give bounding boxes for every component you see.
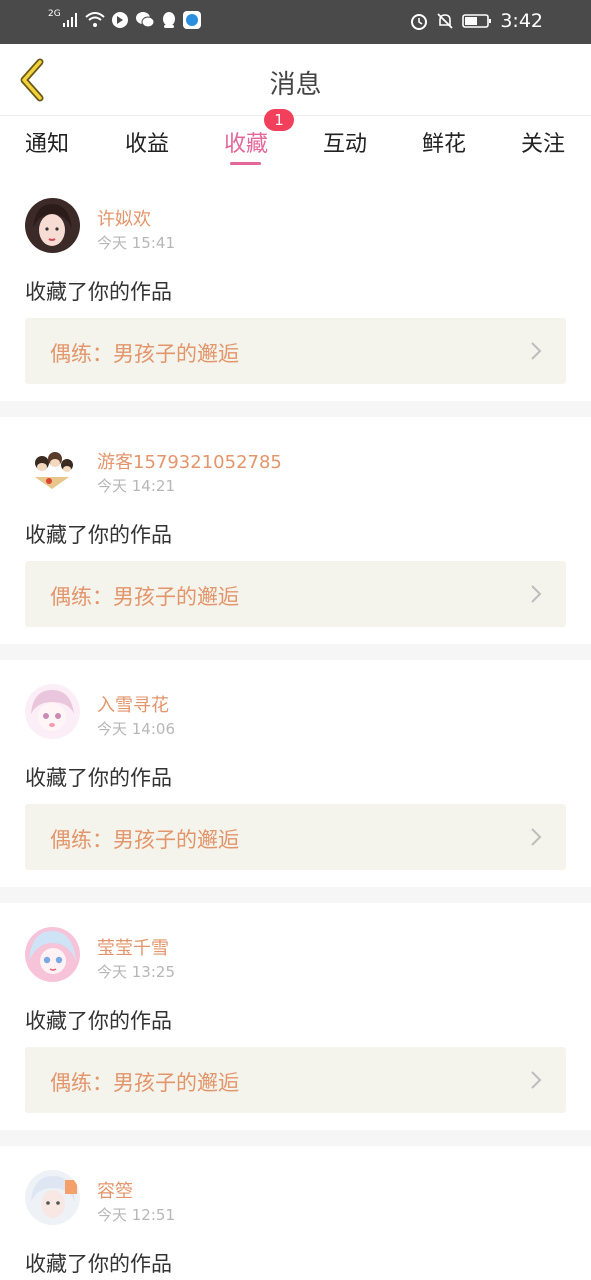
status-bar: 2G 3:42 (0, 0, 591, 44)
avatar[interactable] (25, 927, 80, 982)
message-card: 游客1579321052785 今天 14:21 收藏了你的作品 偶练：男孩子的… (0, 417, 591, 644)
tab-favorites[interactable]: 收藏 (211, 126, 281, 158)
mute-icon (437, 13, 453, 29)
chevron-right-icon (531, 1071, 542, 1089)
tab-bar: 通知 收益 收藏 互动 鲜花 关注 (0, 116, 591, 174)
avatar[interactable] (25, 198, 80, 253)
browser-icon (182, 11, 201, 29)
timestamp: 今天 14:21 (97, 477, 175, 495)
chevron-right-icon (531, 585, 542, 603)
message-card: 许姒欢 今天 15:41 收藏了你的作品 偶练：男孩子的邂逅 (0, 174, 591, 401)
action-text: 收藏了你的作品 (25, 1252, 172, 1276)
username[interactable]: 入雪寻花 (97, 691, 169, 717)
divider (0, 887, 591, 903)
divider (0, 1130, 591, 1146)
tab-interactions[interactable]: 互动 (310, 126, 380, 158)
page-title: 消息 (269, 70, 322, 100)
qq-icon (162, 12, 175, 28)
message-card: 莹莹千雪 今天 13:25 收藏了你的作品 偶练：男孩子的邂逅 (0, 903, 591, 1130)
signal-icon (62, 13, 77, 27)
divider (0, 644, 591, 660)
work-title: 偶练：男孩子的邂逅 (50, 342, 239, 366)
status-icons-right: 3:42 (410, 10, 543, 32)
action-text: 收藏了你的作品 (25, 766, 172, 790)
timestamp: 今天 15:41 (97, 234, 175, 252)
clock: 3:42 (500, 10, 543, 32)
wechat-icon (135, 12, 155, 28)
avatar[interactable] (25, 684, 80, 739)
work-link[interactable]: 偶练：男孩子的邂逅 (25, 318, 566, 384)
work-link[interactable]: 偶练：男孩子的邂逅 (25, 804, 566, 870)
chevron-right-icon (531, 828, 542, 846)
work-link[interactable]: 偶练：男孩子的邂逅 (25, 561, 566, 627)
username[interactable]: 莹莹千雪 (97, 934, 169, 960)
username[interactable]: 游客1579321052785 (97, 448, 282, 474)
status-icons-left: 2G (48, 9, 201, 29)
avatar[interactable] (25, 441, 80, 496)
avatar[interactable] (25, 1170, 80, 1225)
network-type: 2G (48, 9, 61, 19)
alarm-icon (411, 14, 428, 30)
username[interactable]: 许姒欢 (97, 205, 151, 231)
action-text: 收藏了你的作品 (25, 280, 172, 304)
work-title: 偶练：男孩子的邂逅 (50, 828, 239, 852)
timestamp: 今天 13:25 (97, 963, 175, 981)
timestamp: 今天 14:06 (97, 720, 175, 738)
timestamp: 今天 12:51 (97, 1206, 175, 1224)
app-notification-icon (111, 12, 128, 28)
action-text: 收藏了你的作品 (25, 1009, 172, 1033)
tab-follows[interactable]: 关注 (508, 126, 578, 158)
favorites-count-badge: 1 (264, 109, 294, 131)
active-tab-indicator (230, 162, 261, 165)
work-title: 偶练：男孩子的邂逅 (50, 585, 239, 609)
tab-flowers[interactable]: 鲜花 (409, 126, 479, 158)
wifi-icon (85, 12, 105, 27)
message-card: 容箜 今天 12:51 收藏了你的作品 (0, 1146, 591, 1280)
app-header: 消息 (0, 44, 591, 116)
username[interactable]: 容箜 (97, 1177, 133, 1203)
battery-icon (462, 14, 492, 28)
work-title: 偶练：男孩子的邂逅 (50, 1071, 239, 1095)
chevron-right-icon (531, 342, 542, 360)
divider (0, 401, 591, 417)
action-text: 收藏了你的作品 (25, 523, 172, 547)
message-card: 入雪寻花 今天 14:06 收藏了你的作品 偶练：男孩子的邂逅 (0, 660, 591, 887)
work-link[interactable]: 偶练：男孩子的邂逅 (25, 1047, 566, 1113)
tab-notifications[interactable]: 通知 (12, 126, 82, 158)
tab-earnings[interactable]: 收益 (112, 126, 182, 158)
